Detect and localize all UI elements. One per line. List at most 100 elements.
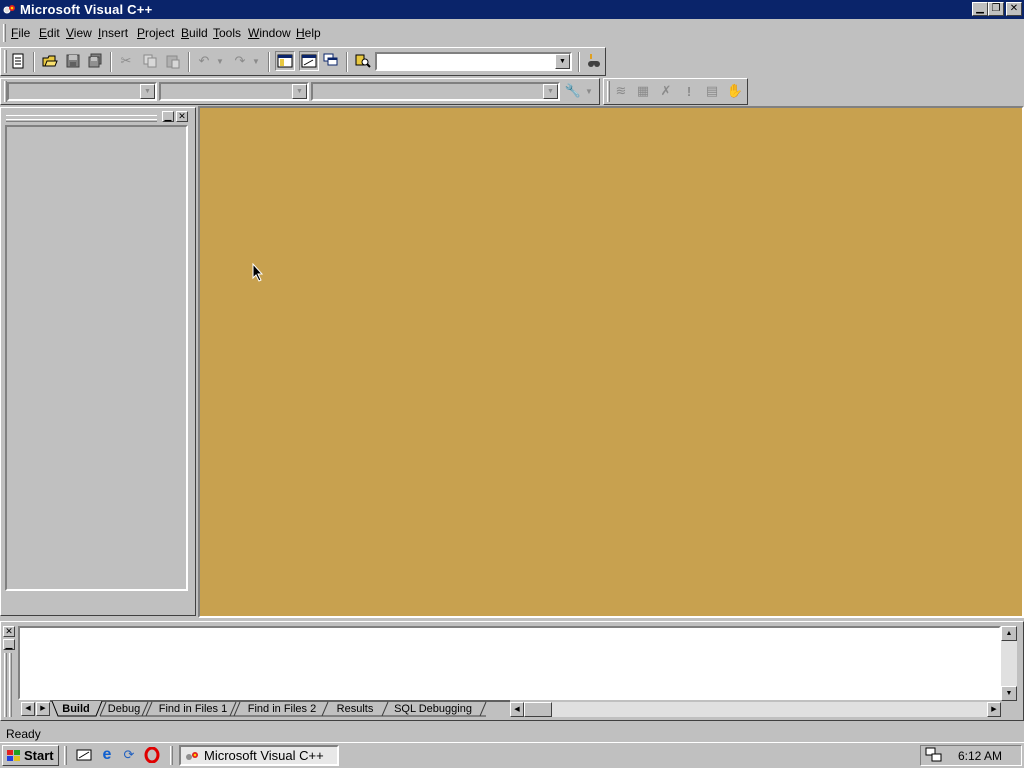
start-button[interactable]: Start [2, 745, 59, 766]
scroll-left-button[interactable]: ◀ [510, 702, 524, 717]
compile-button[interactable]: ≋ [611, 81, 631, 101]
restore-icon: ❐ [991, 3, 1001, 14]
execute-button[interactable]: ! [679, 81, 699, 101]
output-close-button[interactable]: ✕ [3, 626, 15, 637]
find-in-files-icon [355, 54, 371, 68]
workspace-toggle-button[interactable] [275, 51, 295, 71]
output-grip[interactable] [4, 653, 7, 717]
toolbar-separator [578, 52, 580, 72]
scroll-thumb[interactable] [524, 702, 552, 717]
opera-button[interactable] [143, 746, 161, 764]
filter-combo[interactable]: ▼ [159, 82, 309, 101]
tab-scroll-right-button[interactable]: ▶ [36, 702, 50, 716]
menu-build[interactable]: Build [181, 26, 208, 40]
workspace-grip[interactable] [6, 119, 157, 122]
menu-help[interactable]: Help [296, 26, 321, 40]
open-button[interactable] [40, 51, 60, 71]
members-combo-dropdown-button[interactable]: ▼ [543, 84, 558, 99]
restore-button[interactable]: ❐ [988, 2, 1004, 16]
menu-edit[interactable]: Edit [39, 26, 60, 40]
redo-button[interactable]: ↷ [230, 51, 250, 71]
clock[interactable]: 6:12 AM [958, 749, 1002, 763]
find-combo-dropdown-button[interactable]: ▼ [555, 54, 570, 69]
build-button[interactable]: ▦ [633, 81, 653, 101]
output-maximize-button[interactable]: ▁ [3, 639, 15, 650]
output-horizontal-scrollbar[interactable]: ◀ ▶ [510, 702, 1001, 717]
menu-insert[interactable]: Insert [98, 26, 128, 40]
stop-build-icon: ✗ [660, 83, 672, 98]
refresh-button[interactable]: ⟳ [120, 746, 138, 764]
redo-dropdown[interactable]: ▼ [250, 51, 262, 71]
menu-window[interactable]: Window [248, 26, 291, 40]
taskbar-window-button[interactable]: Microsoft Visual C++ [179, 745, 339, 766]
paste-button[interactable] [163, 51, 183, 71]
scroll-down-button[interactable]: ▼ [1001, 686, 1017, 701]
taskbar-grip[interactable] [170, 746, 173, 765]
refresh-icon: ⟳ [123, 747, 135, 762]
search-button[interactable] [584, 51, 604, 71]
arrow-left-icon: ◀ [25, 705, 31, 712]
undo-button[interactable]: ↶ [194, 51, 214, 71]
menu-view[interactable]: View [66, 26, 92, 40]
menu-project[interactable]: Project [137, 26, 174, 40]
visual-cpp-app-icon[interactable] [3, 2, 17, 16]
output-text-area[interactable] [18, 626, 1001, 700]
show-desktop-button[interactable] [75, 746, 93, 764]
undo-dropdown[interactable]: ▼ [214, 51, 226, 71]
stop-build-button[interactable]: ✗ [656, 81, 676, 101]
copy-button[interactable] [140, 51, 160, 71]
toolbar-separator [268, 52, 270, 72]
cut-icon: ✂ [120, 53, 132, 68]
go-button[interactable]: ▤ [702, 81, 722, 101]
minimize-icon: ▁ [976, 3, 984, 14]
menu-tools[interactable]: Tools [213, 26, 241, 40]
breakpoint-icon: ✋ [726, 83, 744, 98]
save-all-icon [88, 53, 102, 68]
members-combo[interactable]: ▼ [311, 82, 560, 101]
menubar-grip[interactable] [3, 24, 6, 42]
mdi-client-area[interactable] [198, 106, 1024, 618]
tab-scroll-left-button[interactable]: ◀ [21, 702, 35, 716]
tab-build[interactable]: Build [58, 702, 94, 717]
network-tray-button[interactable] [925, 747, 943, 763]
output-grip[interactable] [9, 653, 12, 717]
workspace-close-button[interactable]: ✕ [176, 111, 188, 122]
title-bar[interactable]: Microsoft Visual C++ ▁ ❐ ✕ [0, 0, 1024, 19]
class-combo-dropdown-button[interactable]: ▼ [140, 84, 155, 99]
tab-find-in-files-1[interactable]: Find in Files 1 [156, 702, 230, 717]
wizard-action-button[interactable]: 🔧 [563, 81, 583, 101]
chevron-down-icon: ▼ [547, 88, 554, 95]
find-combo[interactable]: ▼ [375, 52, 572, 71]
filter-combo-dropdown-button[interactable]: ▼ [292, 84, 307, 99]
workspace-maximize-button[interactable]: ▁ [162, 111, 174, 122]
output-toggle-button[interactable] [299, 51, 319, 71]
maximize-icon: ▁ [164, 111, 172, 121]
workspace-tree-view[interactable] [5, 125, 188, 591]
save-button[interactable] [63, 51, 83, 71]
tab-find-in-files-2[interactable]: Find in Files 2 [245, 702, 319, 717]
internet-explorer-button[interactable]: e [98, 746, 116, 764]
tab-sql-debugging[interactable]: SQL Debugging [390, 702, 476, 717]
taskbar-grip[interactable] [64, 746, 67, 765]
scroll-up-button[interactable]: ▲ [1001, 626, 1017, 641]
close-button[interactable]: ✕ [1006, 2, 1022, 16]
wizard-action-dropdown[interactable]: ▼ [583, 81, 595, 101]
scroll-right-button[interactable]: ▶ [987, 702, 1001, 717]
close-icon: ✕ [1009, 3, 1019, 14]
toolbar-grip[interactable] [4, 50, 7, 73]
window-list-button[interactable] [321, 51, 341, 71]
output-icon [301, 54, 317, 68]
output-vertical-scrollbar[interactable]: ▲ ▼ [1001, 626, 1017, 701]
save-all-button[interactable] [85, 51, 105, 71]
toolbar-grip[interactable] [607, 81, 610, 102]
class-combo[interactable]: ▼ [7, 82, 157, 101]
menu-file[interactable]: File [11, 26, 30, 40]
menu-bar: File Edit View Insert Project Build Tool… [0, 22, 1024, 44]
cut-button[interactable]: ✂ [116, 51, 136, 71]
tab-results[interactable]: Results [332, 702, 378, 717]
find-in-files-button[interactable] [353, 51, 373, 71]
minimize-button[interactable]: ▁ [972, 2, 988, 16]
tab-debug[interactable]: Debug [104, 702, 144, 717]
new-text-file-button[interactable] [8, 51, 28, 71]
breakpoint-button[interactable]: ✋ [725, 81, 745, 101]
